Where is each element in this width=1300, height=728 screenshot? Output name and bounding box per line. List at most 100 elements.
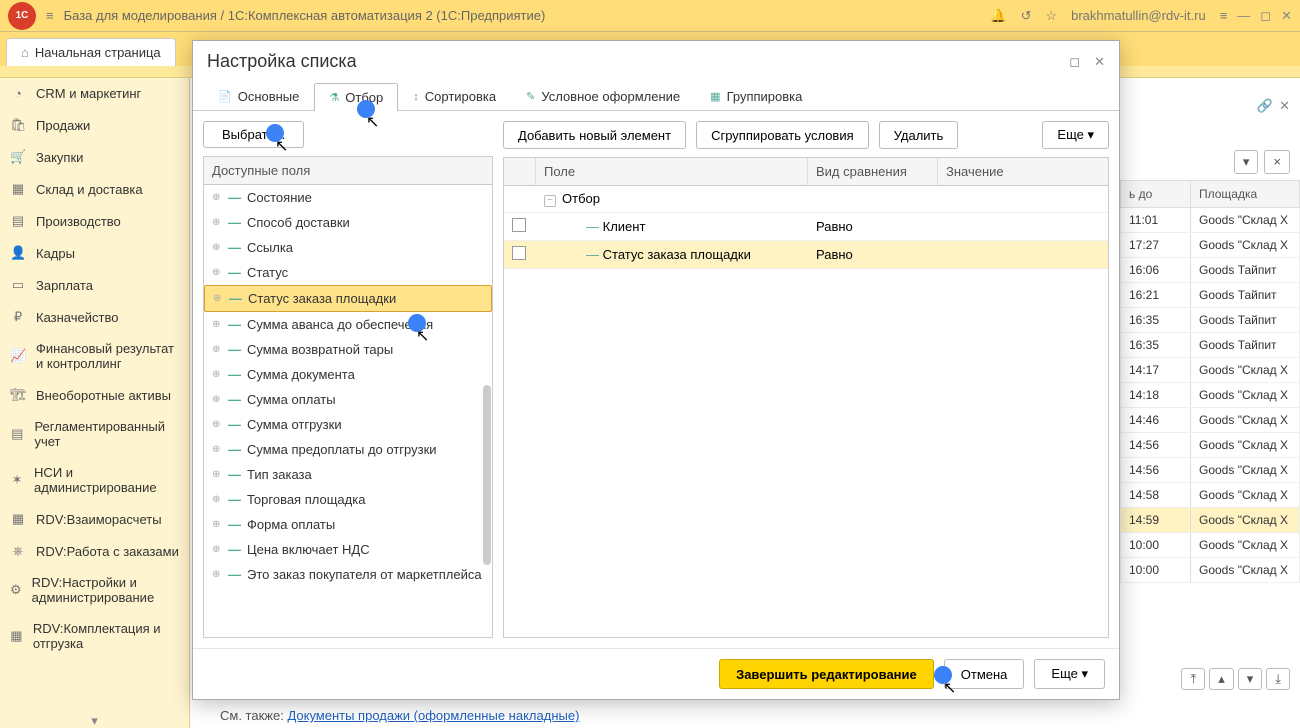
field-item[interactable]: ⊕—Торговая площадка [204,487,492,512]
expand-icon[interactable]: ⊕ [212,319,222,330]
table-row[interactable]: 16:35Goods Тайпит [1120,333,1300,358]
field-item[interactable]: ⊕—Сумма документа [204,362,492,387]
sidebar-item[interactable]: ▭Зарплата [0,269,189,301]
scrollbar-thumb[interactable] [483,385,491,565]
expand-icon[interactable]: ⊕ [212,242,222,253]
maximize-icon[interactable]: ◻ [1260,8,1271,24]
table-row[interactable]: 14:46Goods "Склад X [1120,408,1300,433]
expand-icon[interactable]: ⊕ [212,192,222,203]
sidebar-item[interactable]: ▤Производство [0,205,189,237]
user-label[interactable]: brakhmatullin@rdv-it.ru [1071,8,1206,23]
table-row[interactable]: 14:17Goods "Склад X [1120,358,1300,383]
field-item[interactable]: ⊕—Состояние [204,185,492,210]
select-button[interactable]: Выбрать... [203,121,304,148]
link-icon[interactable]: 🔗 [1257,98,1273,114]
clear-button[interactable]: × [1264,150,1290,174]
field-item[interactable]: ⊕—Тип заказа [204,462,492,487]
sidebar-item[interactable]: 🛍Продажи [0,109,189,141]
minimize-icon[interactable]: — [1237,8,1250,24]
table-row[interactable]: 10:00Goods "Склад X [1120,533,1300,558]
table-row[interactable]: 10:00Goods "Склад X [1120,558,1300,583]
cancel-button[interactable]: Отмена [944,659,1025,689]
sidebar-expand-icon[interactable]: ▾ [0,716,189,728]
expand-icon[interactable]: ⊕ [212,494,222,505]
field-item[interactable]: ⊕—Сумма отгрузки [204,412,492,437]
add-element-button[interactable]: Добавить новый элемент [503,121,686,149]
field-item[interactable]: ⊕—Цена включает НДС [204,537,492,562]
nav-last-icon[interactable]: ⤓ [1266,668,1290,690]
finish-editing-button[interactable]: Завершить редактирование [719,659,934,689]
dialog-close-icon[interactable]: ✕ [1094,54,1105,70]
table-row[interactable]: 14:56Goods "Склад X [1120,433,1300,458]
sidebar-item[interactable]: ✶НСИ и администрирование [0,457,189,503]
field-item[interactable]: ⊕—Форма оплаты [204,512,492,537]
field-item[interactable]: ⊕—Статус [204,260,492,285]
expand-icon[interactable]: ⊕ [212,419,222,430]
expand-icon[interactable]: ⊕ [212,344,222,355]
field-item[interactable]: ⊕—Статус заказа площадки [204,285,492,312]
sidebar-item[interactable]: 📈Финансовый результат и контроллинг [0,333,189,379]
close-tab-icon[interactable]: ✕ [1279,98,1290,114]
sidebar-item[interactable]: ▦RDV:Взаиморасчеты [0,503,189,535]
expand-icon[interactable]: ⊕ [212,544,222,555]
table-row[interactable]: 14:59Goods "Склад X [1120,508,1300,533]
filter-root-row[interactable]: −Отбор [504,186,1108,213]
col-time[interactable]: ь до [1121,181,1191,207]
table-row[interactable]: 16:06Goods Тайпит [1120,258,1300,283]
field-item[interactable]: ⊕—Сумма предоплаты до отгрузки [204,437,492,462]
sidebar-item[interactable]: ▤Регламентированный учет [0,411,189,457]
row-checkbox[interactable] [512,218,526,232]
sidebar-item[interactable]: 👤Кадры [0,237,189,269]
group-conditions-button[interactable]: Сгруппировать условия [696,121,869,149]
expand-icon[interactable]: ⊕ [212,519,222,530]
expand-icon[interactable]: ⊕ [212,267,222,278]
col-comparison[interactable]: Вид сравнения [808,158,938,185]
expand-icon[interactable]: ⊕ [213,293,223,304]
close-icon[interactable]: ✕ [1281,8,1292,24]
table-row[interactable]: 16:35Goods Тайпит [1120,308,1300,333]
field-item[interactable]: ⊕—Сумма аванса до обеспечения [204,312,492,337]
menu-icon[interactable]: ≡ [46,8,54,23]
nav-up-icon[interactable]: ▴ [1209,668,1234,690]
sidebar-item[interactable]: ⎈RDV:Работа с заказами [0,535,189,567]
expand-icon[interactable]: ⊕ [212,444,222,455]
expand-icon[interactable]: ⊕ [212,217,222,228]
col-field[interactable]: Поле [536,158,808,185]
table-row[interactable]: 14:56Goods "Склад X [1120,458,1300,483]
tab-0[interactable]: 📄Основные [203,82,314,110]
filter-val[interactable] [938,249,1108,259]
sidebar-item[interactable]: 🛒Закупки [0,141,189,173]
tab-2[interactable]: ↕Сортировка [398,82,511,110]
expand-icon[interactable]: ⊕ [212,394,222,405]
nav-down-icon[interactable]: ▾ [1238,668,1263,690]
dropdown-button[interactable]: ▾ [1234,150,1259,174]
footer-more-button[interactable]: Еще ▾ [1034,659,1105,689]
dialog-maximize-icon[interactable]: ◻ [1069,54,1080,70]
collapse-icon[interactable]: − [544,195,556,207]
delete-button[interactable]: Удалить [879,121,959,149]
history-icon[interactable]: ↺ [1021,8,1032,24]
sidebar-item[interactable]: ▦Склад и доставка [0,173,189,205]
field-item[interactable]: ⊕—Это заказ покупателя от маркетплейса [204,562,492,587]
expand-icon[interactable]: ⊕ [212,369,222,380]
field-item[interactable]: ⊕—Сумма возвратной тары [204,337,492,362]
footer-link[interactable]: Документы продажи (оформленные накладные… [287,708,579,723]
filter-val[interactable] [938,221,1108,231]
filter-row[interactable]: — Статус заказа площадки Равно [504,241,1108,269]
sidebar-item[interactable]: 🏗Внеоборотные активы [0,379,189,411]
sidebar-item[interactable]: ▦RDV:Комплектация и отгрузка [0,613,189,659]
table-row[interactable]: 14:58Goods "Склад X [1120,483,1300,508]
settings-icon[interactable]: ≡ [1220,8,1228,23]
sidebar-item[interactable]: ⚙RDV:Настройки и администрирование [0,567,189,613]
table-row[interactable]: 11:01Goods "Склад X [1120,208,1300,233]
table-row[interactable]: 14:18Goods "Склад X [1120,383,1300,408]
tab-4[interactable]: ▦Группировка [695,82,817,110]
nav-first-icon[interactable]: ⤒ [1181,668,1205,690]
tab-3[interactable]: ✎Условное оформление [511,82,695,110]
expand-icon[interactable]: ⊕ [212,569,222,580]
table-row[interactable]: 16:21Goods Тайпит [1120,283,1300,308]
star-icon[interactable]: ☆ [1045,8,1057,24]
field-item[interactable]: ⊕—Способ доставки [204,210,492,235]
col-platform[interactable]: Площадка [1191,181,1299,207]
expand-icon[interactable]: ⊕ [212,469,222,480]
